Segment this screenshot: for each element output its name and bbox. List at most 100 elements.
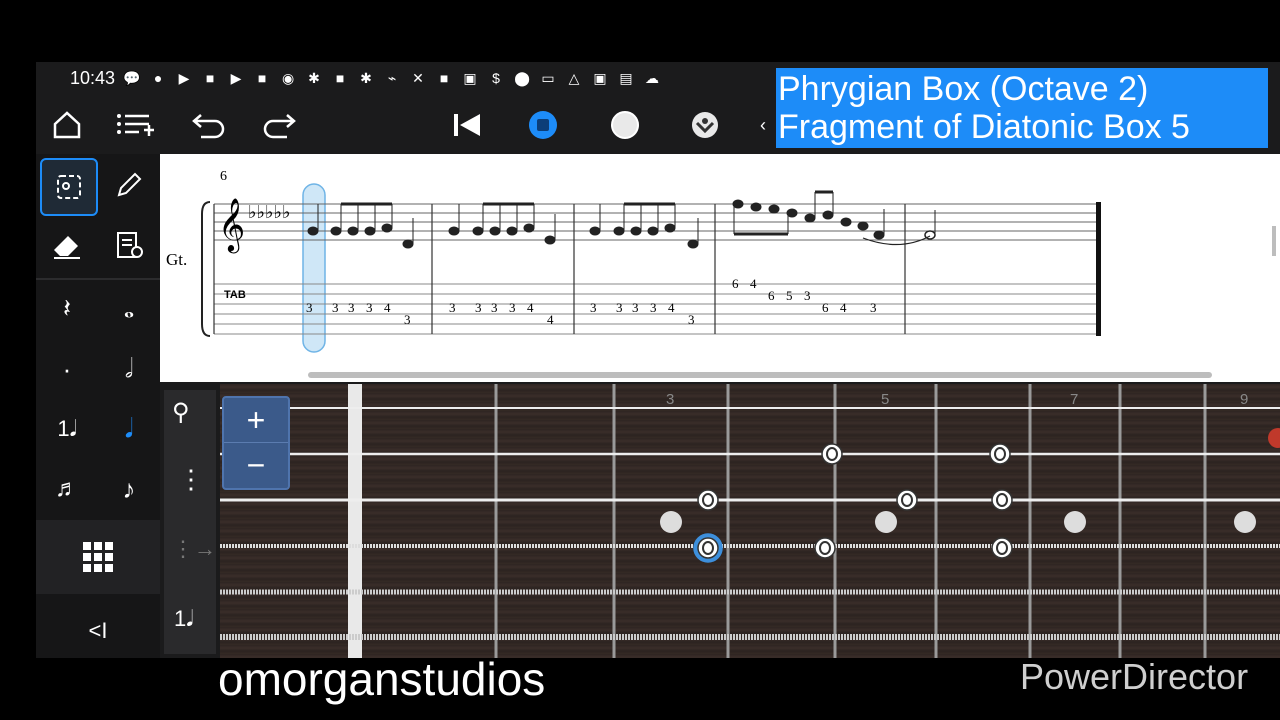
drive-icon: △ — [568, 69, 580, 86]
wifi-icon: ⌁ — [387, 69, 397, 86]
final-barline — [1096, 202, 1101, 336]
grid-button[interactable] — [36, 520, 160, 594]
tab-number: 3 — [404, 312, 411, 327]
tab-number: 3 — [804, 288, 811, 303]
fret-number: 7 — [1070, 391, 1078, 408]
video-caption: Phrygian Box (Octave 2) Fragment of Diat… — [776, 68, 1268, 148]
sidebar-divider — [36, 278, 160, 280]
undo-icon — [192, 114, 225, 139]
tab-number: 4 — [527, 300, 534, 315]
add-track-button[interactable] — [108, 98, 162, 152]
tab-number: 5 — [786, 288, 793, 303]
record-status-icon: ◉ — [281, 69, 295, 86]
redo-button[interactable] — [252, 98, 306, 152]
dot-button[interactable]: · — [40, 342, 94, 396]
tab-number: 3 — [366, 300, 373, 315]
arpeggio-button[interactable]: ⋮→ — [172, 536, 216, 562]
news-icon: ▤ — [619, 69, 633, 86]
vertical-scrollbar[interactable] — [1272, 226, 1276, 256]
tuplet-fret-icon: 1𝅘𝅥 — [174, 606, 194, 631]
whole-note-button[interactable]: 𝅝 — [102, 282, 156, 336]
measure-number: 6 — [220, 169, 227, 184]
metronome-icon — [692, 112, 718, 138]
fret-markers — [660, 511, 1256, 533]
channel-watermark: omorganstudios — [218, 653, 546, 705]
pencil-tool-button[interactable] — [102, 158, 156, 212]
tab-lines — [214, 283, 1100, 335]
chevron-left-icon: ‹ — [760, 114, 766, 135]
stop-icon — [529, 111, 557, 139]
tab-number: 3 — [616, 300, 623, 315]
eighth-note-icon: ♪ — [122, 473, 136, 504]
score-view[interactable]: 6 Gt. 𝄞 ♭♭♭♭♭ TAB 3 3 3 3 4 3 3 3 3 3 4 … — [160, 154, 1280, 382]
chord-button[interactable]: ⋮ — [178, 464, 204, 495]
redo-icon — [263, 114, 296, 139]
fretboard-tools: ⚲ ⋮ ⋮→ 1𝅘𝅥 — [164, 390, 216, 654]
eraser-tool-button[interactable] — [40, 218, 94, 272]
staff-lines — [214, 203, 1100, 241]
messages-icon: ▭ — [541, 69, 555, 86]
guitar-toggle-button[interactable]: ⚲ — [172, 398, 190, 427]
status-bar: 10:43 💬 ● ▶ ■ ▶ ■ ◉ ✱ ■ ✱ ⌁ ✕ ■ ▣ $ ⬤ ▭ … — [36, 62, 810, 94]
tab-number: 3 — [509, 300, 516, 315]
home-button[interactable] — [40, 98, 94, 152]
collapse-sidebar-button[interactable]: <I — [71, 604, 125, 658]
whole-note-icon: 𝅝 — [123, 293, 135, 323]
frets — [494, 384, 1207, 658]
zoom-in-button[interactable]: + — [224, 398, 288, 443]
image-icon: ▣ — [593, 69, 607, 86]
video-icon: ▶ — [178, 69, 190, 86]
tab-number: 3 — [650, 300, 657, 315]
stop-button[interactable] — [516, 98, 570, 152]
tab-number: 3 — [449, 300, 456, 315]
notification-icon: ● — [153, 70, 163, 86]
fretboard-canvas: 3 5 7 9 — [220, 384, 1280, 658]
tab-number: 3 — [348, 300, 355, 315]
horizontal-scrollbar[interactable] — [308, 372, 1212, 378]
tuplet-button[interactable]: 1𝅘𝅥 — [40, 402, 94, 456]
chat-icon: 💬 — [123, 69, 141, 86]
rest-icon: 𝄽 — [63, 293, 71, 323]
tuplet-fret-button[interactable]: 1𝅘𝅥 — [174, 606, 193, 632]
collapse-icon: <I — [88, 618, 108, 643]
eighth-note-button[interactable]: ♪ — [102, 462, 156, 516]
status-time: 10:43 — [70, 67, 116, 88]
app-icon: ■ — [205, 70, 215, 86]
tool-sidebar: 𝄽 𝅝 · 𝅗𝅥 1𝅘𝅥 𝅘𝅥 ♬ ♪ <I — [36, 154, 160, 658]
shop-icon: ■ — [335, 70, 345, 86]
half-note-icon: 𝅗𝅥 — [124, 353, 134, 383]
quarter-note-button[interactable]: 𝅘𝅥 — [102, 402, 156, 456]
select-icon — [57, 175, 81, 199]
bluetooth-icon: ✱ — [360, 69, 372, 86]
tuplet-icon: 1𝅘𝅥 — [57, 416, 77, 441]
more-button[interactable]: ‹ — [750, 98, 776, 152]
rewind-icon — [454, 114, 480, 136]
rest-button[interactable]: 𝄽 — [40, 282, 94, 336]
triplet-button[interactable]: ♬ — [40, 462, 94, 516]
eraser-icon — [54, 236, 80, 259]
undo-button[interactable] — [182, 98, 236, 152]
guitar-fretboard[interactable]: 3 5 7 9 — [220, 384, 1280, 658]
tools-icon: ✕ — [412, 69, 424, 86]
editor-watermark: PowerDirector — [1020, 656, 1249, 697]
arpeggio-icon: ⋮→ — [172, 536, 216, 561]
track-label: Gt. — [166, 250, 187, 269]
record-button[interactable] — [598, 98, 652, 152]
triplet-icon: ♬ — [55, 475, 79, 502]
zoom-control: + − — [222, 396, 290, 490]
tab-number: 3 — [491, 300, 498, 315]
select-tool-button[interactable] — [40, 158, 98, 216]
quarter-note-icon: 𝅘𝅥 — [124, 413, 134, 443]
location-icon: ⬤ — [514, 69, 530, 86]
cursor-highlight — [302, 183, 326, 353]
tab-number: 3 — [590, 300, 597, 315]
zoom-out-button[interactable]: − — [224, 443, 288, 487]
tab-number: 4 — [384, 300, 391, 315]
half-note-button[interactable]: 𝅗𝅥 — [102, 342, 156, 396]
properties-icon — [117, 232, 143, 258]
dollar-icon: $ — [492, 70, 500, 86]
rewind-button[interactable] — [440, 98, 494, 152]
properties-button[interactable] — [102, 218, 156, 272]
system-brace — [201, 201, 211, 337]
metronome-button[interactable] — [678, 98, 732, 152]
